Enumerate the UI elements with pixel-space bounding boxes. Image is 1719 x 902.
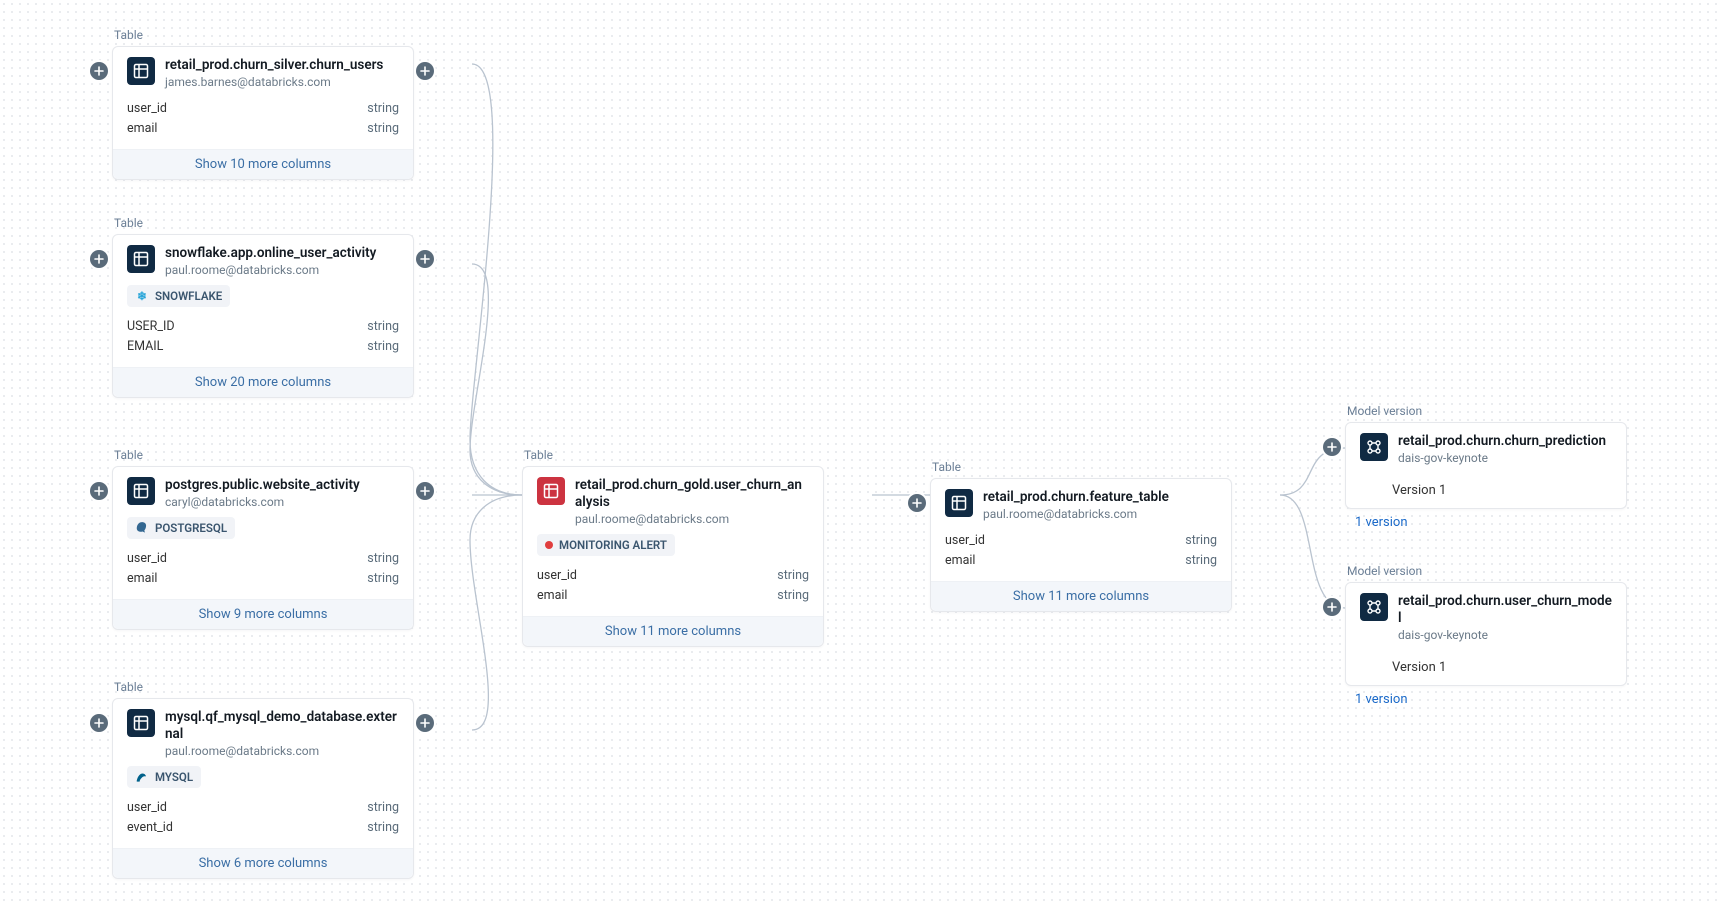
table-node-mysql[interactable]: Table mysql.qf_mysql_demo_database.exter…: [112, 680, 414, 879]
lineage-canvas[interactable]: Table retail_prod.churn_silver.churn_use…: [0, 0, 1719, 902]
table-icon: [127, 245, 155, 273]
model-icon: [1360, 593, 1388, 621]
column-list: user_idstring emailstring: [537, 566, 809, 606]
postgresql-icon: [135, 521, 149, 535]
node-title: snowflake.app.online_user_activity: [165, 245, 399, 262]
snowflake-icon: ❄: [135, 289, 149, 303]
table-icon: [127, 709, 155, 737]
node-title: mysql.qf_mysql_demo_database.external: [165, 709, 399, 743]
show-more-columns[interactable]: Show 9 more columns: [113, 599, 413, 629]
node-type-label: Table: [114, 28, 414, 42]
show-more-columns[interactable]: Show 11 more columns: [523, 616, 823, 646]
table-node-churn-silver[interactable]: Table retail_prod.churn_silver.churn_use…: [112, 28, 414, 180]
model-version-label: Version 1: [1346, 652, 1626, 685]
expand-upstream-button[interactable]: [90, 250, 108, 268]
show-more-columns[interactable]: Show 10 more columns: [113, 149, 413, 179]
show-more-columns[interactable]: Show 11 more columns: [931, 581, 1231, 611]
node-owner: paul.roome@databricks.com: [575, 512, 809, 526]
expand-upstream-button[interactable]: [90, 62, 108, 80]
table-icon: [945, 489, 973, 517]
table-node-snowflake[interactable]: Table snowflake.app.online_user_activity…: [112, 216, 414, 398]
expand-downstream-button[interactable]: [416, 714, 434, 732]
node-type-label: Table: [114, 680, 414, 694]
model-version-label: Version 1: [1346, 475, 1626, 508]
node-title: retail_prod.churn.user_churn_model: [1398, 593, 1612, 627]
table-icon: [127, 477, 155, 505]
column-list: user_idstring emailstring: [127, 99, 399, 139]
node-owner: paul.roome@databricks.com: [165, 263, 399, 277]
table-node-churn-gold[interactable]: Table retail_prod.churn_gold.user_churn_…: [522, 448, 824, 647]
table-icon: [537, 477, 565, 505]
show-more-columns[interactable]: Show 6 more columns: [113, 848, 413, 878]
node-type-label: Table: [114, 216, 414, 230]
node-type-label: Table: [114, 448, 414, 462]
model-node-churn-prediction[interactable]: Model version retail_prod.churn.churn_pr…: [1345, 404, 1627, 530]
node-owner: dais-gov-keynote: [1398, 628, 1612, 642]
alert-dot-icon: [545, 541, 553, 549]
mysql-icon: [135, 770, 149, 784]
versions-link[interactable]: 1 version: [1355, 692, 1627, 707]
column-list: user_idstring event_idstring: [127, 798, 399, 838]
table-icon: [127, 57, 155, 85]
node-owner: james.barnes@databricks.com: [165, 75, 399, 89]
node-owner: paul.roome@databricks.com: [983, 507, 1217, 521]
node-title: retail_prod.churn.feature_table: [983, 489, 1217, 506]
node-type-label: Model version: [1347, 404, 1627, 418]
node-type-label: Table: [932, 460, 1232, 474]
expand-upstream-button[interactable]: [1323, 438, 1341, 456]
node-title: retail_prod.churn_silver.churn_users: [165, 57, 399, 74]
node-title: postgres.public.website_activity: [165, 477, 399, 494]
column-list: USER_IDstring EMAILstring: [127, 317, 399, 357]
column-list: user_idstring emailstring: [945, 531, 1217, 571]
node-type-label: Table: [524, 448, 824, 462]
table-node-feature-table[interactable]: Table retail_prod.churn.feature_table pa…: [930, 460, 1232, 612]
monitoring-alert-badge: MONITORING ALERT: [537, 534, 675, 556]
expand-downstream-button[interactable]: [416, 482, 434, 500]
table-node-postgres[interactable]: Table postgres.public.website_activity c…: [112, 448, 414, 630]
expand-upstream-button[interactable]: [908, 494, 926, 512]
expand-upstream-button[interactable]: [1323, 598, 1341, 616]
expand-upstream-button[interactable]: [90, 714, 108, 732]
expand-downstream-button[interactable]: [416, 250, 434, 268]
source-badge-mysql: MYSQL: [127, 766, 201, 788]
column-list: user_idstring emailstring: [127, 549, 399, 589]
show-more-columns[interactable]: Show 20 more columns: [113, 367, 413, 397]
model-node-user-churn-model[interactable]: Model version retail_prod.churn.user_chu…: [1345, 564, 1627, 707]
node-owner: dais-gov-keynote: [1398, 451, 1612, 465]
source-badge-snowflake: ❄ SNOWFLAKE: [127, 285, 230, 307]
expand-downstream-button[interactable]: [416, 62, 434, 80]
versions-link[interactable]: 1 version: [1355, 515, 1627, 530]
node-owner: paul.roome@databricks.com: [165, 744, 399, 758]
node-title: retail_prod.churn_gold.user_churn_analys…: [575, 477, 809, 511]
node-owner: caryl@databricks.com: [165, 495, 399, 509]
source-badge-postgresql: POSTGRESQL: [127, 517, 235, 539]
node-title: retail_prod.churn.churn_prediction: [1398, 433, 1612, 450]
node-type-label: Model version: [1347, 564, 1627, 578]
expand-upstream-button[interactable]: [90, 482, 108, 500]
model-icon: [1360, 433, 1388, 461]
